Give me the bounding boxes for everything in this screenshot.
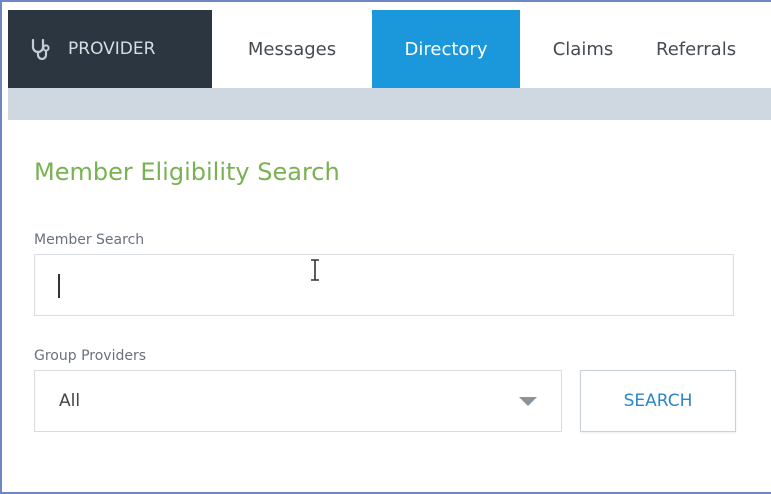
member-search-label: Member Search [34,232,145,248]
group-providers-value: All [59,391,81,411]
brand-label: PROVIDER [68,39,156,59]
member-search-input[interactable] [34,254,734,316]
stethoscope-icon [31,38,50,61]
group-providers-select[interactable]: All [34,370,562,432]
tab-messages[interactable]: Messages [212,10,372,88]
tab-claims[interactable]: Claims [520,10,646,88]
search-button[interactable]: SEARCH [580,370,736,432]
sub-nav-bar [8,88,771,120]
app-frame: PROVIDER Messages Directory Claims Refer… [0,0,771,494]
top-nav: PROVIDER Messages Directory Claims Refer… [8,10,771,88]
text-caret [58,274,60,298]
chevron-down-icon [519,397,537,406]
page-title: Member Eligibility Search [34,158,340,186]
tab-referrals[interactable]: Referrals [646,10,771,88]
group-providers-label: Group Providers [34,348,147,364]
ibeam-cursor-icon [311,259,319,281]
brand-provider[interactable]: PROVIDER [8,10,212,88]
tab-directory[interactable]: Directory [372,10,520,88]
